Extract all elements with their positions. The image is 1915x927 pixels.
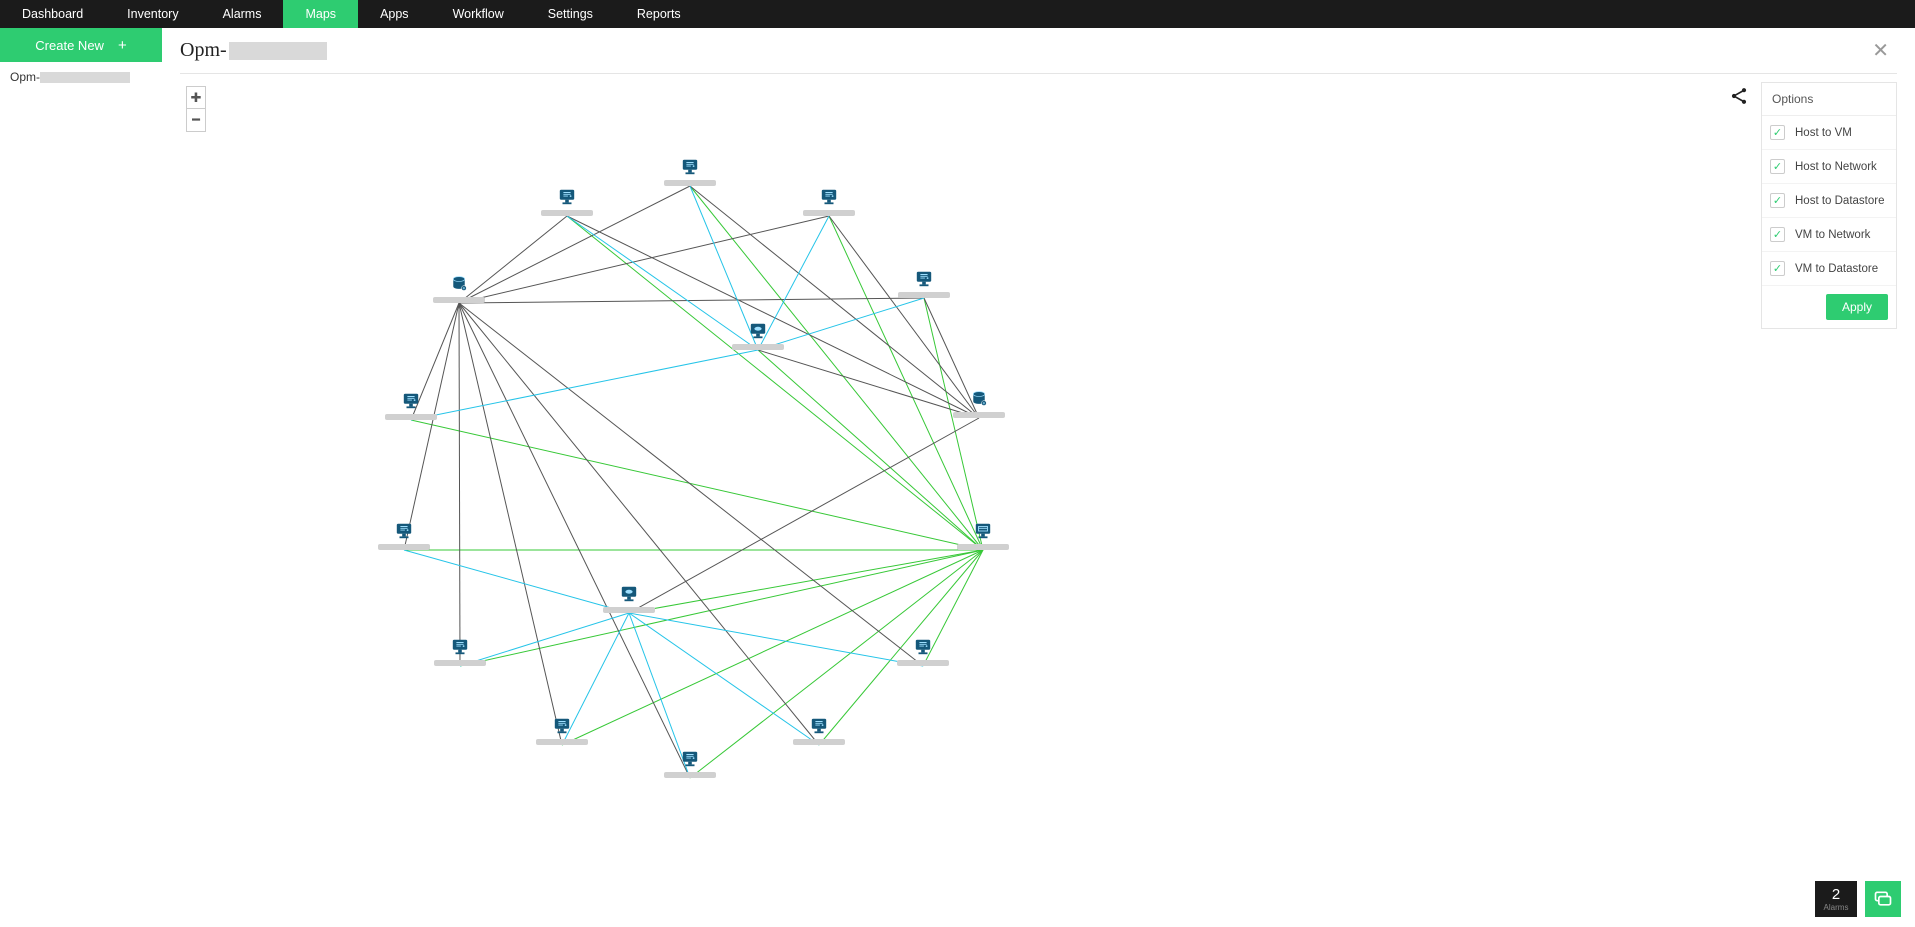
sidebar-item-map[interactable]: Opm- — [0, 62, 162, 92]
zoom-in-button[interactable]: ✚ — [187, 87, 205, 109]
checkbox[interactable]: ✓ — [1770, 125, 1785, 140]
main-area: Opm- ✕ ✚ ━ Options ✓ Host to VM ✓ Host to N… — [162, 28, 1915, 927]
node-label — [793, 739, 845, 745]
node-label — [953, 412, 1005, 418]
top-nav: DashboardInventoryAlarmsMapsAppsWorkflow… — [0, 0, 1915, 28]
node-label — [385, 414, 437, 420]
topology-node-datastore[interactable] — [953, 390, 1005, 418]
checkbox[interactable]: ✓ — [1770, 159, 1785, 174]
node-label — [664, 772, 716, 778]
alarm-count: 2 — [1832, 886, 1840, 903]
topology-node-vm[interactable] — [664, 158, 716, 186]
option-row: ✓ Host to Datastore — [1762, 184, 1896, 218]
topology-node-vm[interactable] — [385, 392, 437, 420]
create-new-button[interactable]: Create New + — [0, 28, 162, 62]
checkbox[interactable]: ✓ — [1770, 227, 1785, 242]
footer-icons: 2 Alarms — [1815, 881, 1901, 917]
topology-node-vm[interactable] — [541, 188, 593, 216]
nav-item-alarms[interactable]: Alarms — [201, 0, 284, 28]
sidebar: Create New + Opm- — [0, 28, 162, 927]
topology-node-vm[interactable] — [803, 188, 855, 216]
zoom-controls: ✚ ━ — [186, 86, 206, 132]
checkbox[interactable]: ✓ — [1770, 193, 1785, 208]
nav-item-reports[interactable]: Reports — [615, 0, 703, 28]
topology-node-vm[interactable] — [664, 750, 716, 778]
redacted-text — [40, 72, 130, 83]
nav-item-maps[interactable]: Maps — [283, 0, 358, 28]
node-label — [378, 544, 430, 550]
apply-button[interactable]: Apply — [1826, 294, 1888, 320]
topology-node-cloud[interactable] — [732, 322, 784, 350]
option-label: Host to Datastore — [1795, 195, 1884, 207]
option-row: ✓ Host to Network — [1762, 150, 1896, 184]
node-label — [898, 292, 950, 298]
nav-item-settings[interactable]: Settings — [526, 0, 615, 28]
option-row: ✓ VM to Network — [1762, 218, 1896, 252]
page-title: Opm- — [180, 39, 227, 62]
share-icon[interactable] — [1729, 86, 1749, 109]
plus-icon: + — [118, 38, 127, 53]
topology-node-vm[interactable] — [536, 717, 588, 745]
alarms-badge[interactable]: 2 Alarms — [1815, 881, 1857, 917]
redacted-title — [229, 42, 327, 60]
option-label: VM to Datastore — [1795, 263, 1878, 275]
option-label: Host to VM — [1795, 127, 1852, 139]
zoom-out-button[interactable]: ━ — [187, 109, 205, 131]
node-label — [603, 607, 655, 613]
node-label — [803, 210, 855, 216]
topology-node-vm[interactable] — [897, 638, 949, 666]
nav-item-workflow[interactable]: Workflow — [431, 0, 526, 28]
nav-item-inventory[interactable]: Inventory — [105, 0, 200, 28]
topology-node-vm[interactable] — [434, 638, 486, 666]
option-label: Host to Network — [1795, 161, 1877, 173]
node-label — [434, 660, 486, 666]
topology-node-vm[interactable] — [793, 717, 845, 745]
topology-node-vm[interactable] — [898, 270, 950, 298]
option-row: ✓ VM to Datastore — [1762, 252, 1896, 286]
option-label: VM to Network — [1795, 229, 1870, 241]
node-label — [732, 344, 784, 350]
title-bar: Opm- ✕ — [180, 28, 1897, 74]
node-label — [664, 180, 716, 186]
options-panel: Options ✓ Host to VM ✓ Host to Network ✓ Host… — [1761, 82, 1897, 329]
close-icon[interactable]: ✕ — [1864, 34, 1897, 67]
node-label — [536, 739, 588, 745]
options-header: Options — [1762, 83, 1896, 116]
node-label — [541, 210, 593, 216]
topology-links — [180, 74, 1897, 927]
topology-canvas[interactable]: ✚ ━ Options ✓Host to VM✓Host to Network✓… — [180, 74, 1897, 927]
node-label — [957, 544, 1009, 550]
create-new-label: Create New — [35, 38, 104, 53]
chat-button[interactable] — [1865, 881, 1901, 917]
node-label — [897, 660, 949, 666]
nav-item-dashboard[interactable]: Dashboard — [0, 0, 105, 28]
topology-node-cloud[interactable] — [603, 585, 655, 613]
alarm-label: Alarms — [1824, 903, 1849, 912]
nav-item-apps[interactable]: Apps — [358, 0, 431, 28]
topology-node-vm[interactable] — [378, 522, 430, 550]
checkbox[interactable]: ✓ — [1770, 261, 1785, 276]
topology-node-datastore[interactable] — [433, 275, 485, 303]
sidebar-item-label: Opm- — [10, 70, 40, 84]
option-row: ✓ Host to VM — [1762, 116, 1896, 150]
node-label — [433, 297, 485, 303]
topology-node-host[interactable] — [957, 522, 1009, 550]
